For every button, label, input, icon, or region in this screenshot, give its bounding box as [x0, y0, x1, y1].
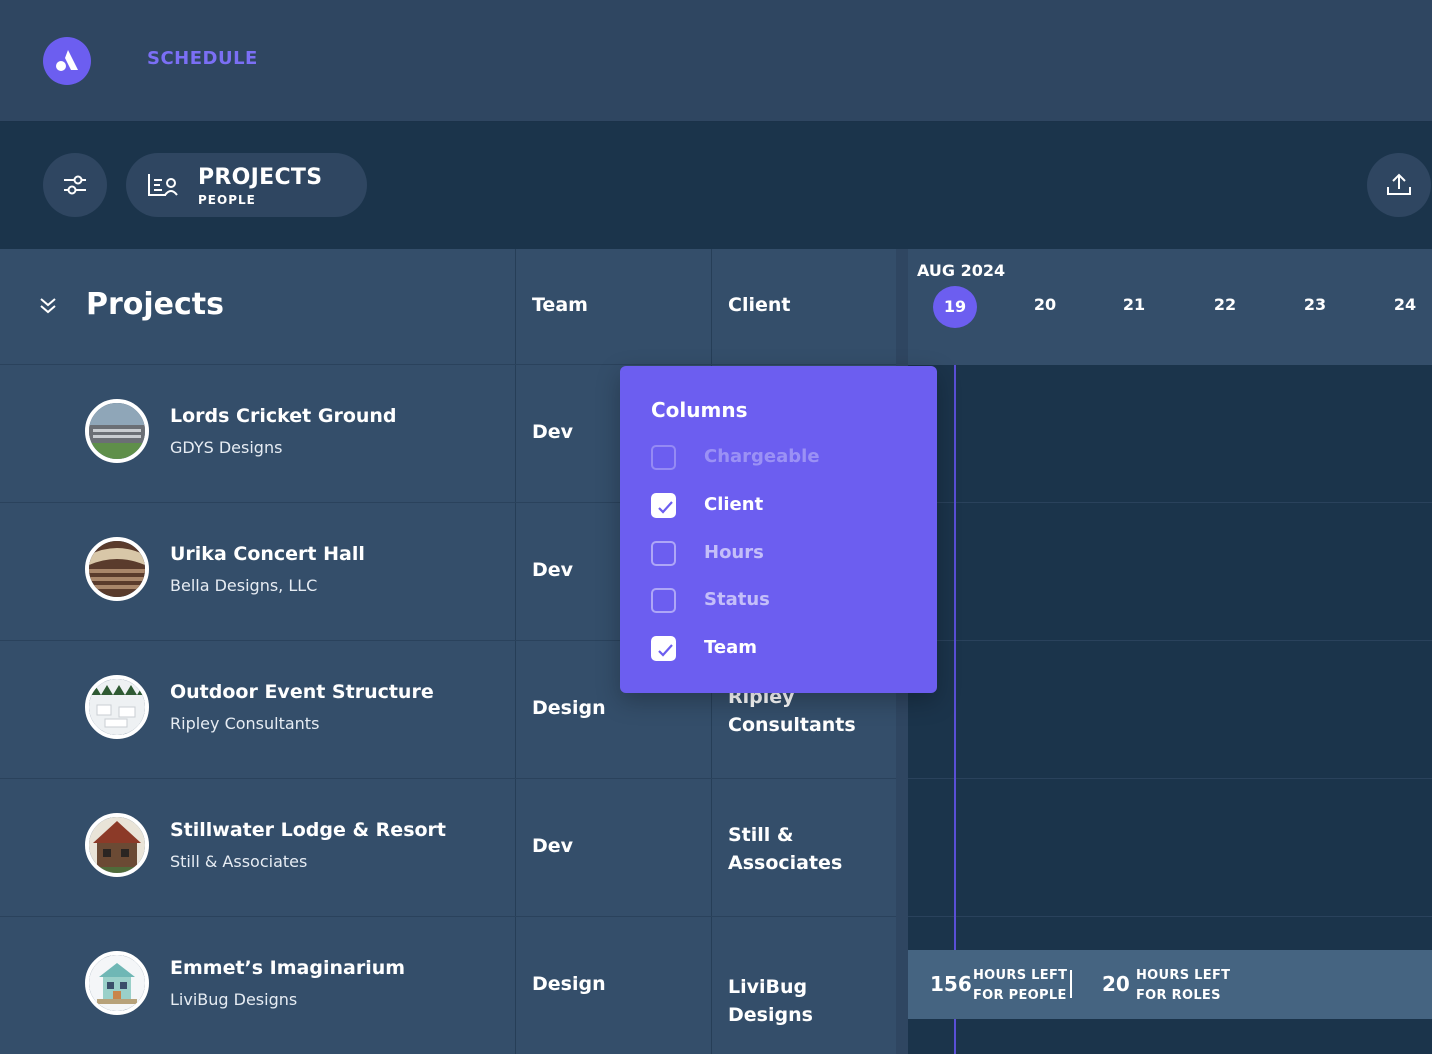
- column-option-label: Client: [704, 494, 764, 515]
- project-team: Dev: [532, 559, 574, 581]
- table-row[interactable]: Stillwater Lodge & Resort Still & Associ…: [0, 779, 896, 917]
- checkbox-unchecked[interactable]: [651, 541, 676, 566]
- view-toggle-main-label: PROJECTS: [198, 165, 323, 190]
- project-name: Lords Cricket Ground: [170, 405, 397, 427]
- column-option-hours[interactable]: Hours: [651, 541, 911, 567]
- toolbar: PROJECTS PEOPLE: [0, 122, 1432, 249]
- column-option-label: Status: [704, 589, 770, 610]
- app-title[interactable]: SCHEDULE: [147, 48, 258, 69]
- project-name: Outdoor Event Structure: [170, 681, 434, 703]
- project-name: Emmet’s Imaginarium: [170, 957, 406, 979]
- project-thumbnail: [85, 813, 149, 877]
- hours-left-roles-label: HOURS LEFT FOR ROLES: [1136, 968, 1231, 1003]
- project-thumbnail: [85, 951, 149, 1015]
- day[interactable]: 22: [1203, 295, 1247, 314]
- day[interactable]: 21: [1112, 295, 1156, 314]
- project-thumbnail: [85, 399, 149, 463]
- sliders-icon: [64, 175, 86, 195]
- table-header: Projects Team Client: [0, 249, 896, 365]
- column-option-label: Team: [704, 637, 757, 658]
- checkbox-checked[interactable]: [651, 493, 676, 518]
- timeline-month: AUG 2024: [917, 261, 1006, 280]
- project-company: Bella Designs, LLC: [170, 576, 318, 595]
- projects-view-icon: [148, 174, 178, 196]
- project-team: Design: [532, 697, 606, 719]
- timeline-header: AUG 2024 19 20 21 22 23 24: [908, 249, 1432, 365]
- day[interactable]: 23: [1293, 295, 1337, 314]
- column-option-label: Chargeable: [704, 446, 820, 467]
- checkmark-icon: [658, 644, 673, 657]
- view-toggle[interactable]: PROJECTS PEOPLE: [126, 153, 367, 217]
- project-name: Urika Concert Hall: [170, 543, 365, 565]
- project-team: Dev: [532, 835, 574, 857]
- project-company: GDYS Designs: [170, 438, 283, 457]
- timeline-row-divider: [908, 916, 1432, 917]
- project-team: Design: [532, 973, 606, 995]
- checkbox-unchecked[interactable]: [651, 445, 676, 470]
- project-company: Still & Associates: [170, 852, 308, 871]
- column-option-client[interactable]: Client: [651, 493, 911, 519]
- hours-left-people-value: 156: [930, 972, 972, 996]
- upload-icon: [1387, 173, 1411, 195]
- hours-summary-bar: 156 HOURS LEFT FOR PEOPLE 20 HOURS LEFT …: [908, 950, 1432, 1019]
- column-header-client[interactable]: Client: [728, 294, 790, 316]
- project-company: LiviBug Designs: [170, 990, 298, 1009]
- columns-popover: Columns Chargeable Client Hours Status T…: [620, 366, 937, 693]
- hours-left-roles-value: 20: [1102, 972, 1130, 996]
- export-button[interactable]: [1367, 153, 1431, 217]
- app-logo[interactable]: [43, 37, 91, 85]
- column-option-status[interactable]: Status: [651, 588, 911, 614]
- hours-left-people-label: HOURS LEFT FOR PEOPLE: [973, 968, 1068, 1003]
- project-thumbnail: [85, 537, 149, 601]
- timeline-row-divider: [908, 502, 1432, 503]
- project-name: Stillwater Lodge & Resort: [170, 819, 447, 841]
- filter-button[interactable]: [43, 153, 107, 217]
- project-company: Ripley Consultants: [170, 714, 320, 733]
- timeline-row-divider: [908, 778, 1432, 779]
- day[interactable]: 24: [1383, 295, 1427, 314]
- project-thumbnail: [85, 675, 149, 739]
- project-client: LiviBug Designs: [728, 976, 813, 1026]
- top-bar: SCHEDULE: [0, 0, 1432, 122]
- day[interactable]: 20: [1023, 295, 1067, 314]
- collapse-chevrons-icon[interactable]: [36, 293, 60, 317]
- table-row[interactable]: Emmet’s Imaginarium LiviBug Designs Desi…: [0, 917, 896, 1054]
- timeline-row-divider: [908, 640, 1432, 641]
- checkbox-unchecked[interactable]: [651, 588, 676, 613]
- column-option-team[interactable]: Team: [651, 636, 911, 662]
- projects-title: Projects: [86, 287, 225, 322]
- logo-mark-icon: [56, 50, 78, 71]
- column-option-chargeable[interactable]: Chargeable: [651, 445, 911, 471]
- checkbox-checked[interactable]: [651, 636, 676, 661]
- column-option-label: Hours: [704, 542, 764, 563]
- checkmark-icon: [658, 501, 673, 514]
- column-header-team[interactable]: Team: [532, 294, 588, 316]
- view-toggle-sub-label: PEOPLE: [198, 193, 256, 207]
- project-client: Still & Associates: [728, 824, 843, 874]
- hours-separator: [1070, 970, 1072, 998]
- columns-popover-title: Columns: [651, 398, 748, 422]
- timeline: AUG 2024 19 20 21 22 23 24 156 HOURS LEF…: [908, 249, 1432, 1054]
- project-team: Dev: [532, 421, 574, 443]
- day-today[interactable]: 19: [933, 286, 977, 328]
